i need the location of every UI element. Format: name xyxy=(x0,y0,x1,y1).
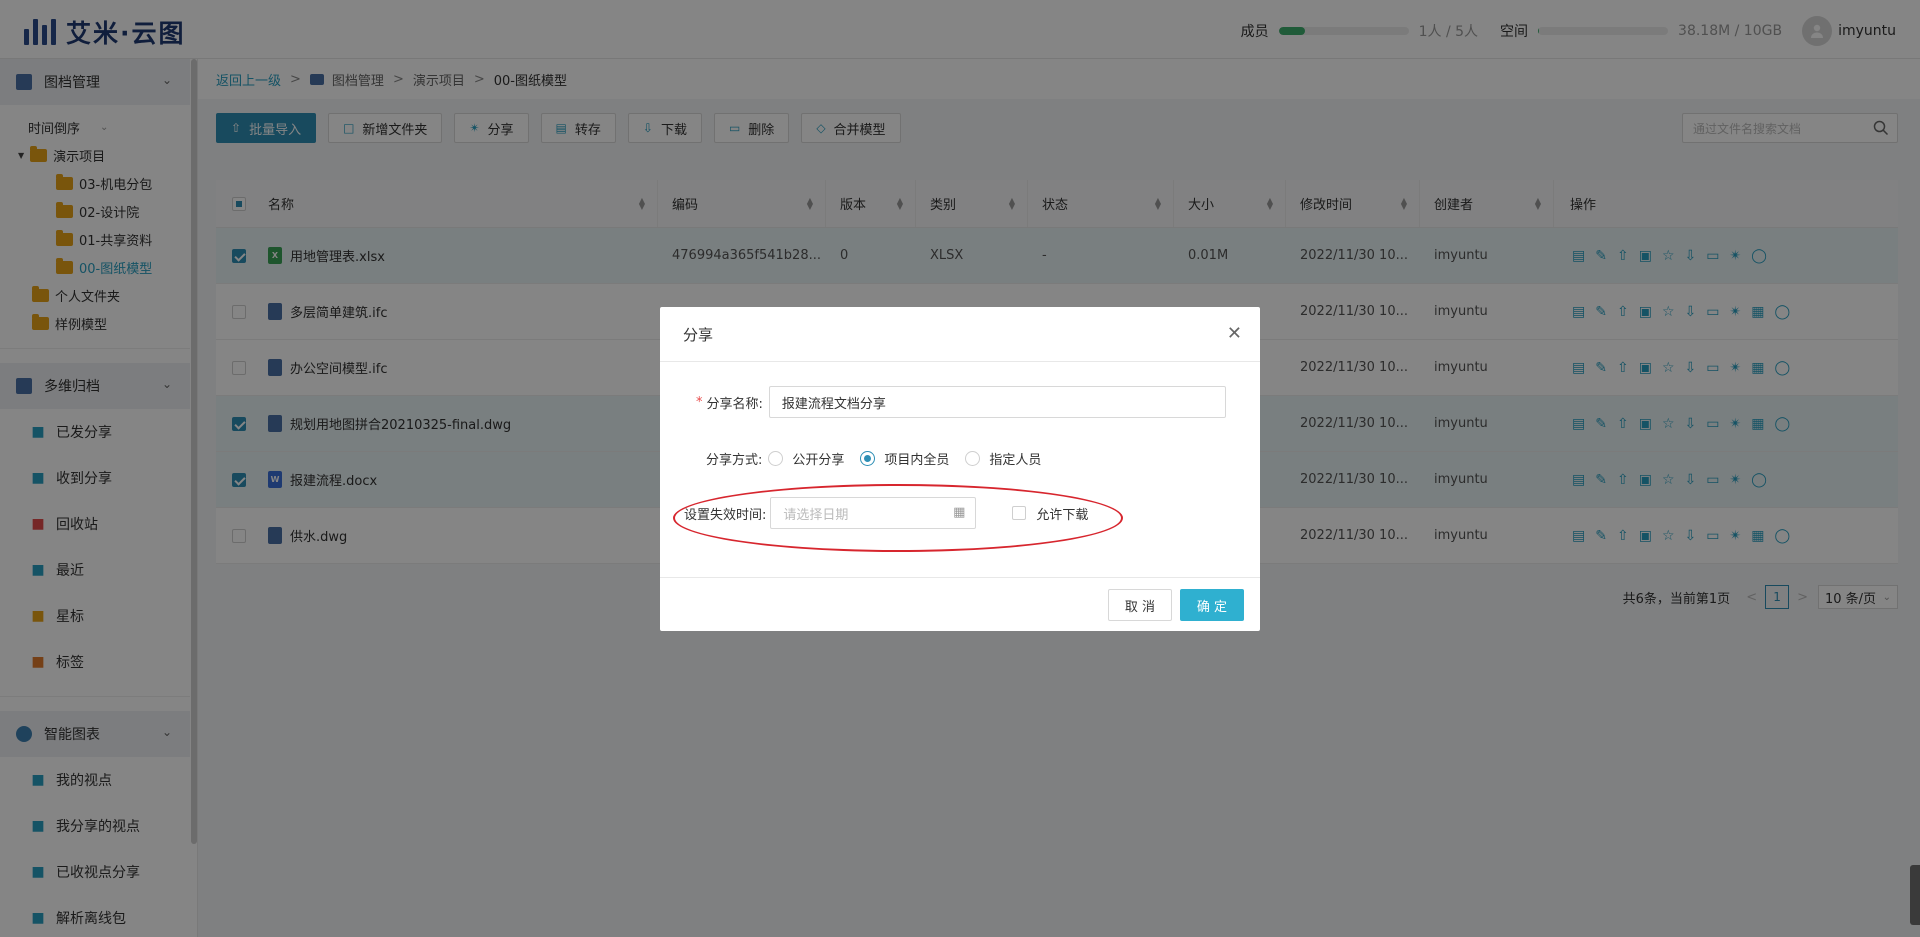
dialog-header: 分享 ✕ xyxy=(660,307,1260,362)
share-mode-label: 公开分享 xyxy=(792,453,845,468)
close-icon[interactable]: ✕ xyxy=(1227,323,1242,344)
share-mode-options: 公开分享 项目内全员 指定人员 xyxy=(768,449,1057,468)
share-mode-row: 分享方式: 公开分享 项目内全员 指定人员 xyxy=(706,449,1057,468)
share-name-value: 报建流程文档分享 xyxy=(781,396,886,412)
radio-button[interactable] xyxy=(965,451,981,466)
share-mode-label: 分享方式: xyxy=(706,453,763,468)
share-mode-label: 指定人员 xyxy=(989,453,1042,468)
radio-button[interactable] xyxy=(768,451,784,466)
cancel-label: 取 消 xyxy=(1124,599,1156,615)
radio-button[interactable] xyxy=(860,451,876,466)
side-widget[interactable] xyxy=(1910,865,1920,925)
confirm-button[interactable]: 确 定 xyxy=(1180,589,1244,621)
share-name-input[interactable]: 报建流程文档分享 xyxy=(768,386,1226,418)
share-name-label: 分享名称: xyxy=(706,396,763,412)
share-name-row: * 分享名称: 报建流程文档分享 xyxy=(696,386,1226,418)
dialog-title: 分享 xyxy=(683,325,714,344)
share-mode-option[interactable]: 项目内全员 xyxy=(860,449,949,468)
required-mark: * xyxy=(696,394,703,410)
share-mode-label: 项目内全员 xyxy=(884,453,950,468)
cancel-button[interactable]: 取 消 xyxy=(1108,589,1172,621)
share-mode-option[interactable]: 公开分享 xyxy=(768,449,844,468)
confirm-label: 确 定 xyxy=(1196,599,1228,615)
share-mode-option[interactable]: 指定人员 xyxy=(965,449,1041,468)
dialog-footer: 取 消 确 定 xyxy=(660,577,1260,631)
highlight-ellipse xyxy=(673,484,1123,552)
share-dialog: 分享 ✕ * 分享名称: 报建流程文档分享 分享方式: 公开分享 项目内全员 指定人… xyxy=(660,307,1260,631)
